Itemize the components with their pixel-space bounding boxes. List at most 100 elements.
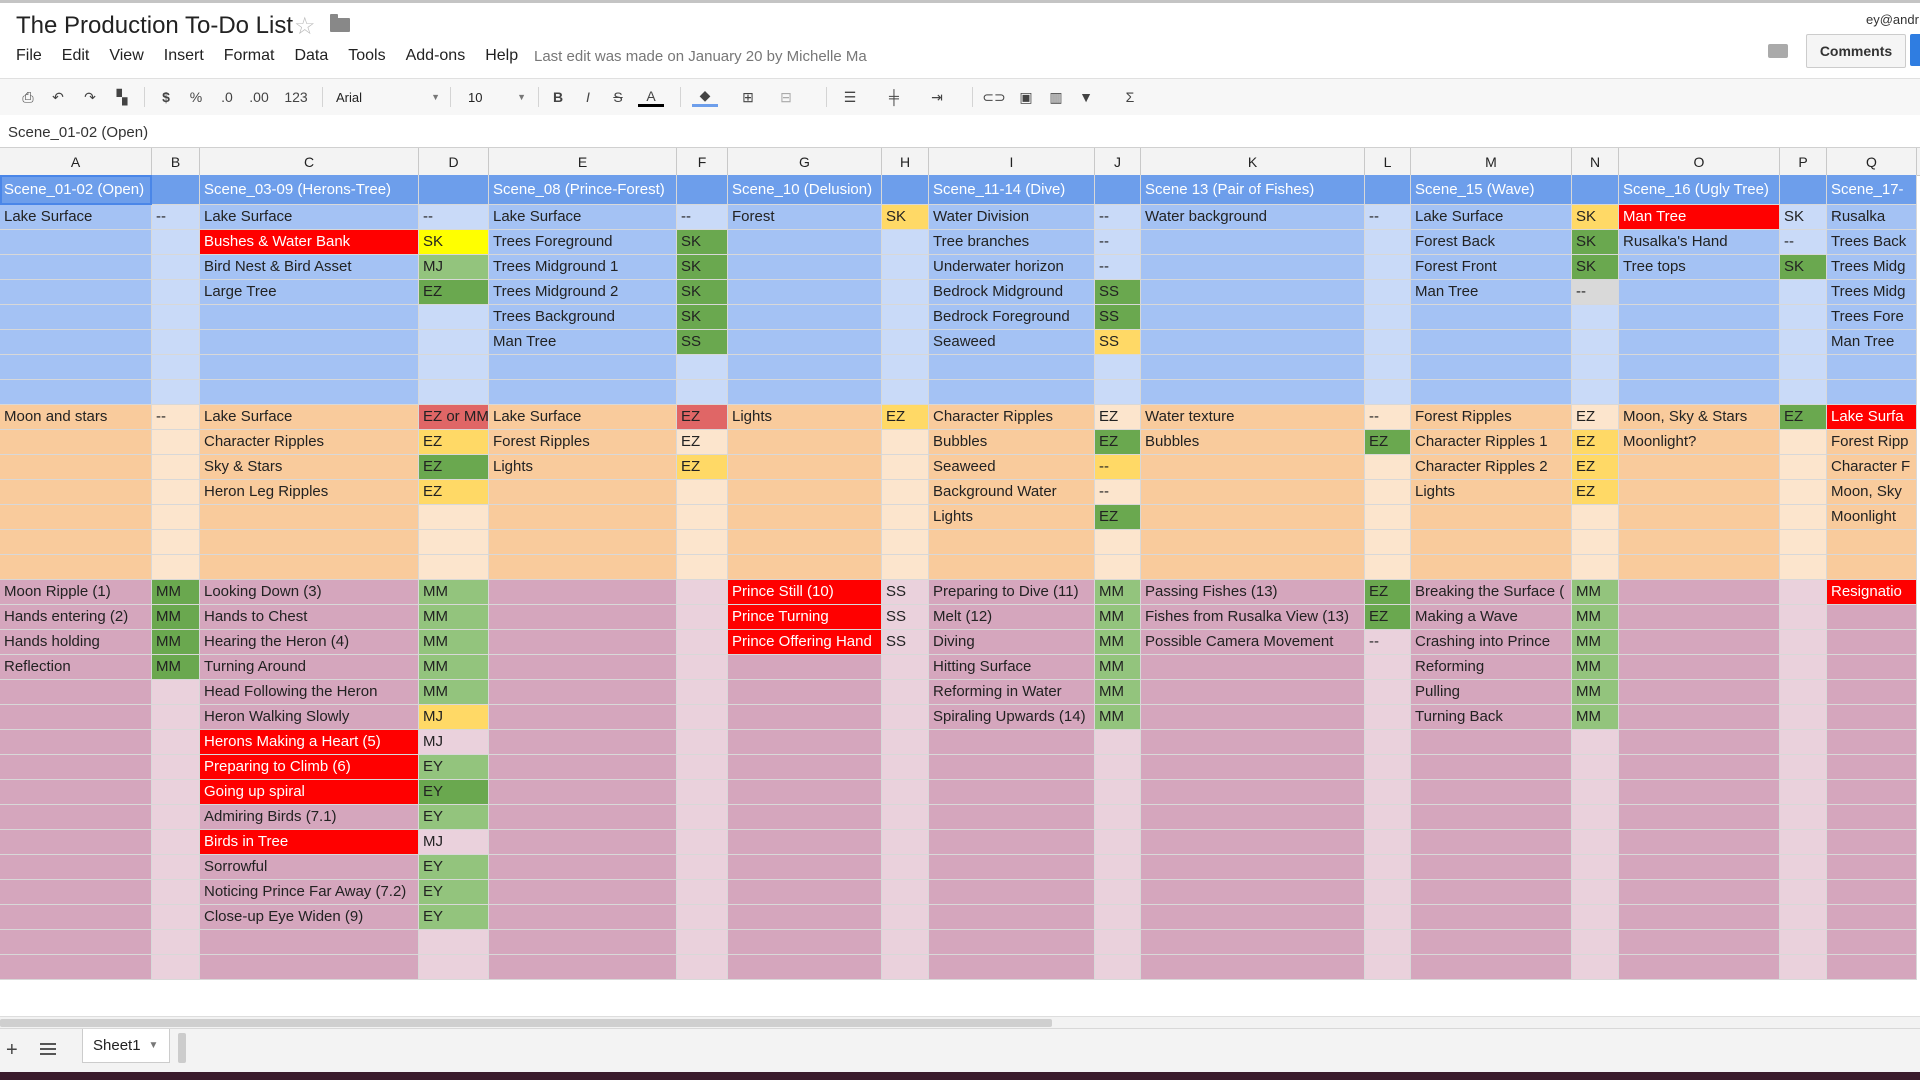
table-cell[interactable]: [728, 305, 882, 330]
table-cell[interactable]: [1141, 530, 1365, 555]
table-cell[interactable]: [728, 480, 882, 505]
table-cell[interactable]: [1365, 755, 1411, 780]
table-cell[interactable]: [0, 530, 152, 555]
table-cell[interactable]: EZ: [419, 280, 489, 305]
table-cell[interactable]: [882, 255, 929, 280]
table-cell[interactable]: EY: [419, 905, 489, 930]
table-cell[interactable]: [882, 955, 929, 980]
table-cell[interactable]: MJ: [419, 730, 489, 755]
table-cell[interactable]: [929, 830, 1095, 855]
table-cell[interactable]: EZ: [1572, 480, 1619, 505]
table-cell[interactable]: [1095, 530, 1141, 555]
table-cell[interactable]: [1095, 855, 1141, 880]
table-cell[interactable]: [677, 930, 728, 955]
table-cell[interactable]: [1411, 505, 1572, 530]
table-cell[interactable]: [1780, 855, 1827, 880]
table-cell[interactable]: [728, 705, 882, 730]
table-cell[interactable]: [489, 755, 677, 780]
table-cell[interactable]: [677, 755, 728, 780]
scene-header-cell[interactable]: [419, 175, 489, 205]
table-cell[interactable]: Hearing the Heron (4): [200, 630, 419, 655]
table-cell[interactable]: [1780, 780, 1827, 805]
table-cell[interactable]: [152, 455, 200, 480]
table-cell[interactable]: [929, 805, 1095, 830]
table-cell[interactable]: [1827, 830, 1917, 855]
table-cell[interactable]: Large Tree: [200, 280, 419, 305]
table-cell[interactable]: [1095, 730, 1141, 755]
table-cell[interactable]: Moon and stars: [0, 405, 152, 430]
table-cell[interactable]: Rusalka: [1827, 205, 1917, 230]
table-cell[interactable]: [489, 355, 677, 380]
table-cell[interactable]: [1827, 680, 1917, 705]
table-cell[interactable]: [200, 505, 419, 530]
table-cell[interactable]: [882, 755, 929, 780]
table-cell[interactable]: Trees Fore: [1827, 305, 1917, 330]
table-cell[interactable]: [489, 630, 677, 655]
table-cell[interactable]: [1141, 555, 1365, 580]
table-cell[interactable]: [677, 380, 728, 405]
table-cell[interactable]: [152, 930, 200, 955]
vertical-align-icon[interactable]: ╪: [882, 87, 906, 107]
table-cell[interactable]: SS: [882, 580, 929, 605]
table-cell[interactable]: [1411, 755, 1572, 780]
table-cell[interactable]: [677, 355, 728, 380]
table-cell[interactable]: [1141, 255, 1365, 280]
table-cell[interactable]: Character Ripples 2: [1411, 455, 1572, 480]
table-cell[interactable]: [1780, 430, 1827, 455]
table-cell[interactable]: [929, 930, 1095, 955]
merge-cells-icon[interactable]: ⊟: [774, 87, 798, 107]
table-cell[interactable]: Hands holding: [0, 630, 152, 655]
table-cell[interactable]: [489, 530, 677, 555]
table-cell[interactable]: Character Ripples: [929, 405, 1095, 430]
chart-icon[interactable]: ▥: [1044, 87, 1068, 107]
table-cell[interactable]: [1141, 505, 1365, 530]
table-cell[interactable]: [1141, 705, 1365, 730]
table-cell[interactable]: [728, 855, 882, 880]
table-cell[interactable]: --: [1095, 230, 1141, 255]
menu-help[interactable]: Help: [485, 47, 518, 67]
table-cell[interactable]: Sorrowful: [200, 855, 419, 880]
table-cell[interactable]: [677, 805, 728, 830]
table-cell[interactable]: MM: [152, 655, 200, 680]
table-cell[interactable]: [1827, 555, 1917, 580]
table-cell[interactable]: [1780, 355, 1827, 380]
table-cell[interactable]: [419, 955, 489, 980]
table-cell[interactable]: [489, 655, 677, 680]
table-cell[interactable]: [1572, 755, 1619, 780]
table-cell[interactable]: [1141, 730, 1365, 755]
table-cell[interactable]: Preparing to Dive (11): [929, 580, 1095, 605]
table-cell[interactable]: Moonlight?: [1619, 430, 1780, 455]
table-cell[interactable]: Hands to Chest: [200, 605, 419, 630]
table-cell[interactable]: Bedrock Midground: [929, 280, 1095, 305]
table-cell[interactable]: Crashing into Prince: [1411, 630, 1572, 655]
table-cell[interactable]: [489, 930, 677, 955]
scene-header-cell[interactable]: [677, 175, 728, 205]
table-cell[interactable]: [728, 430, 882, 455]
table-cell[interactable]: [1619, 305, 1780, 330]
functions-button[interactable]: Σ: [1120, 87, 1140, 107]
table-cell[interactable]: [1365, 555, 1411, 580]
table-cell[interactable]: Hands entering (2): [0, 605, 152, 630]
table-cell[interactable]: [1141, 880, 1365, 905]
table-cell[interactable]: Passing Fishes (13): [1141, 580, 1365, 605]
table-cell[interactable]: [1572, 330, 1619, 355]
table-cell[interactable]: [152, 505, 200, 530]
chat-icon[interactable]: [1768, 44, 1788, 58]
menu-format[interactable]: Format: [224, 47, 275, 67]
table-cell[interactable]: [1780, 730, 1827, 755]
table-cell[interactable]: [489, 855, 677, 880]
menu-edit[interactable]: Edit: [62, 47, 90, 67]
scene-header-cell[interactable]: Scene_15 (Wave): [1411, 175, 1572, 205]
table-cell[interactable]: MM: [419, 655, 489, 680]
table-cell[interactable]: [677, 830, 728, 855]
column-header-i[interactable]: I: [929, 148, 1095, 175]
table-cell[interactable]: [882, 430, 929, 455]
account-email[interactable]: ey@andr: [1866, 12, 1919, 27]
table-cell[interactable]: --: [1365, 205, 1411, 230]
table-cell[interactable]: [1141, 480, 1365, 505]
table-cell[interactable]: [1141, 280, 1365, 305]
table-cell[interactable]: [1141, 355, 1365, 380]
scene-header-cell[interactable]: Scene_17-: [1827, 175, 1917, 205]
table-cell[interactable]: [419, 505, 489, 530]
table-cell[interactable]: [1141, 930, 1365, 955]
